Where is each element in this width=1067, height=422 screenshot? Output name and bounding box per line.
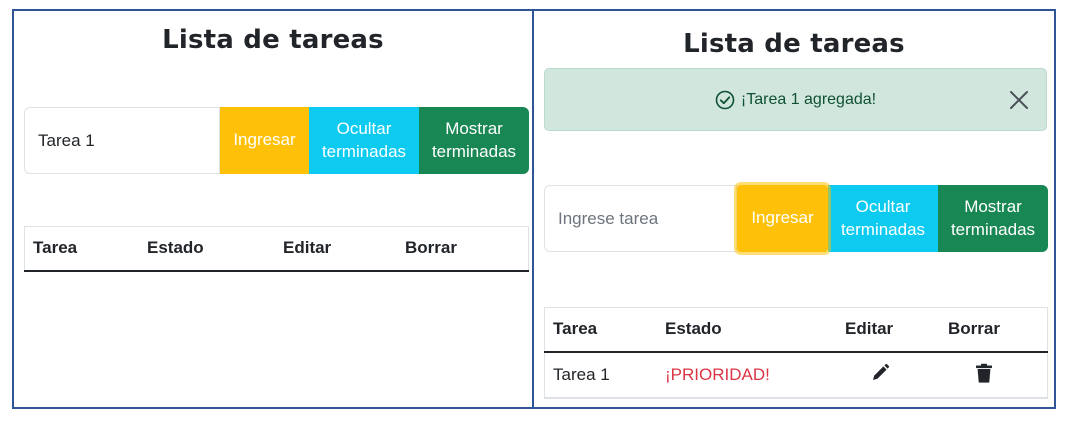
show-completed-label-line1: Mostrar (445, 119, 503, 139)
hide-completed-label-line2: terminadas (840, 219, 926, 239)
column-header-status: Estado (138, 226, 274, 272)
add-task-button[interactable]: Ingresar (737, 185, 828, 252)
hide-completed-label-line1: Ocultar (336, 119, 392, 139)
task-input[interactable] (24, 107, 220, 174)
table-header-row: Tarea Estado Editar Borrar (544, 307, 1048, 353)
table-row: Tarea 1 ¡PRIORIDAD! (544, 352, 1048, 398)
add-task-label: Ingresar (233, 130, 296, 150)
hide-completed-label-line2: terminadas (321, 141, 407, 161)
hide-completed-button[interactable]: Ocultar terminadas (828, 185, 938, 252)
show-completed-button[interactable]: Mostrar terminadas (419, 107, 529, 174)
column-header-status: Estado (656, 307, 836, 353)
add-task-label: Ingresar (751, 208, 814, 228)
alert-message: ¡Tarea 1 agregada! (740, 90, 877, 108)
task-input-group: Ingresar Ocultar terminadas Mostrar term… (544, 185, 1048, 252)
check-circle-icon (715, 90, 735, 110)
alert-content: ¡Tarea 1 agregada! (545, 69, 986, 130)
table-header-row: Tarea Estado Editar Borrar (24, 226, 529, 272)
column-header-edit: Editar (836, 307, 939, 353)
hide-completed-button[interactable]: Ocultar terminadas (309, 107, 419, 174)
show-completed-button[interactable]: Mostrar terminadas (938, 185, 1048, 252)
hide-completed-label-line1: Ocultar (855, 197, 911, 217)
task-status: ¡PRIORIDAD! (656, 352, 836, 398)
task-name: Tarea 1 (544, 352, 656, 398)
page-title: Lista de tareas (162, 25, 384, 55)
tasks-table: Tarea Estado Editar Borrar (24, 226, 529, 272)
column-header-edit: Editar (274, 226, 396, 272)
column-header-task: Tarea (544, 307, 656, 353)
pencil-icon[interactable] (870, 363, 890, 388)
left-panel: Lista de tareas Ingresar Ocultar termina… (12, 9, 534, 409)
page-title: Lista de tareas (683, 29, 905, 59)
close-icon[interactable] (1006, 87, 1032, 113)
tasks-table: Tarea Estado Editar Borrar Tarea 1 ¡PRIO… (544, 307, 1048, 398)
column-header-delete: Borrar (396, 226, 529, 272)
column-header-delete: Borrar (939, 307, 1048, 353)
task-input[interactable] (544, 185, 737, 252)
right-panel: Lista de tareas ¡Tarea 1 agregada! Ingre… (532, 9, 1056, 409)
show-completed-label-line2: terminadas (431, 141, 517, 161)
add-task-button[interactable]: Ingresar (220, 107, 309, 174)
task-input-group: Ingresar Ocultar terminadas Mostrar term… (24, 107, 529, 174)
show-completed-label-line1: Mostrar (964, 197, 1022, 217)
show-completed-label-line2: terminadas (950, 219, 1036, 239)
success-alert: ¡Tarea 1 agregada! (544, 68, 1047, 131)
column-header-task: Tarea (24, 226, 138, 272)
trash-icon[interactable] (975, 363, 993, 388)
